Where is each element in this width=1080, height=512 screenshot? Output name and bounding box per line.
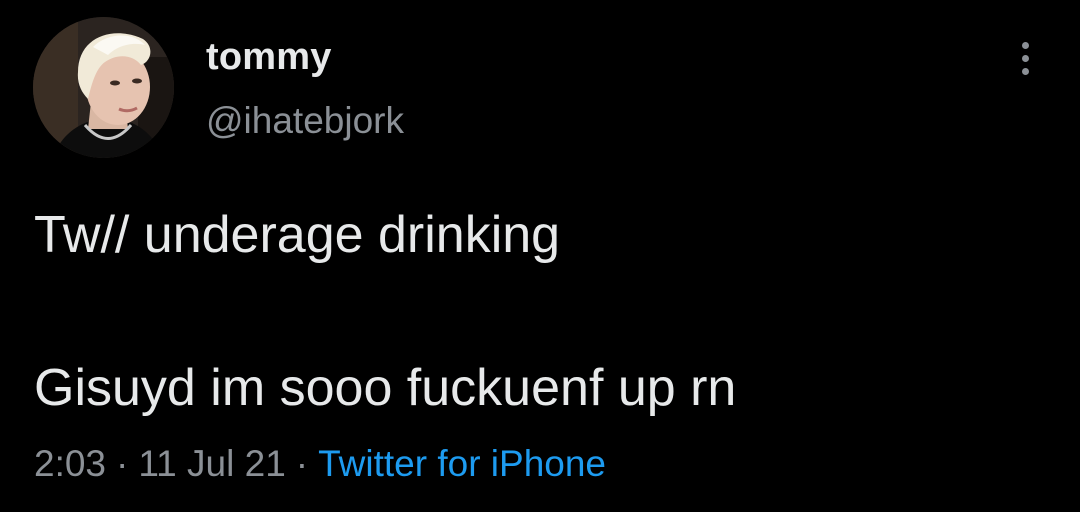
more-options-button[interactable] — [1008, 38, 1044, 78]
author-display-name[interactable]: tommy — [206, 36, 332, 79]
tweet-text-line: Gisuyd im sooo fuckuenf up rn — [34, 359, 737, 417]
tweet-metadata: 2:03 · 11 Jul 21 · Twitter for iPhone — [34, 443, 606, 485]
avatar-photo — [33, 17, 174, 158]
author-handle[interactable]: @ihatebjork — [206, 100, 404, 142]
tweet: tommy @ihatebjork Tw// underage drinking… — [0, 0, 1080, 512]
tweet-date[interactable]: 11 Jul 21 — [138, 443, 285, 484]
tweet-source-link[interactable]: Twitter for iPhone — [318, 443, 606, 484]
avatar[interactable] — [33, 17, 174, 158]
tweet-time[interactable]: 2:03 — [34, 443, 106, 484]
tweet-text-line: Tw// underage drinking — [34, 206, 561, 264]
separator: · — [295, 443, 309, 484]
separator: · — [116, 443, 129, 484]
